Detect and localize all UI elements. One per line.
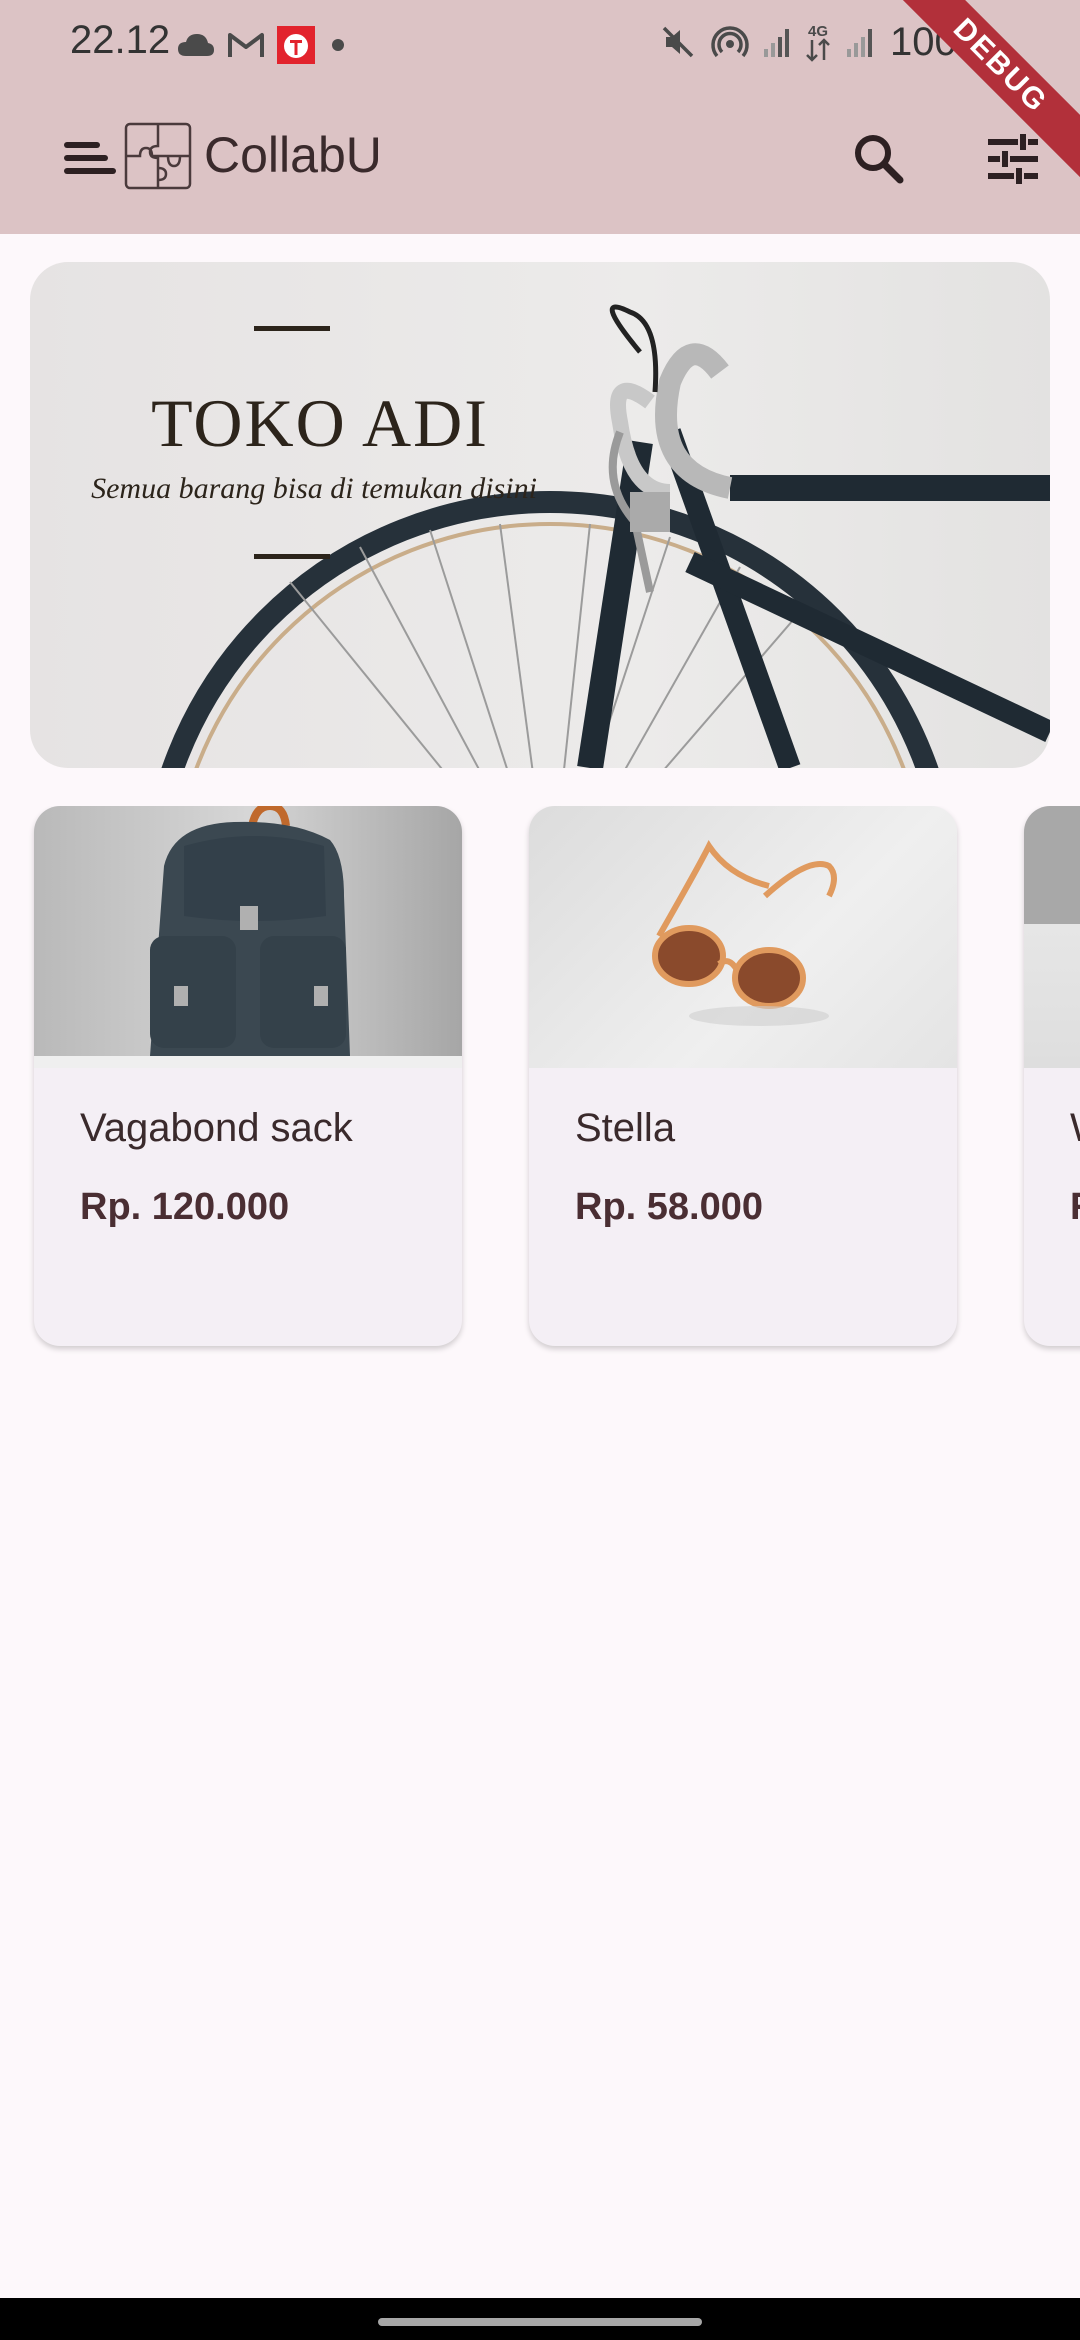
home-handle[interactable] [378, 2318, 702, 2326]
gmail-icon [228, 33, 264, 57]
app-bar: CollabU [0, 110, 1080, 206]
sunglasses-image [529, 806, 957, 1068]
network-type-icon: 4G [806, 23, 830, 62]
status-time: 22.12 [70, 18, 171, 62]
product-name: Stella [575, 1106, 676, 1150]
signal-icon [847, 27, 872, 57]
banner-divider-bottom [254, 554, 330, 559]
product-price: R [1070, 1186, 1080, 1229]
product-name: Vagabond sack [80, 1106, 353, 1150]
promo-banner[interactable]: TOKO ADI Semua barang bisa di temukan di… [30, 262, 1050, 768]
product-price: Rp. 120.000 [80, 1186, 290, 1228]
product-list[interactable]: Vagabond sack Rp. 120.000 Stella Rp. 58.… [0, 806, 1080, 1356]
menu-icon[interactable] [56, 130, 116, 186]
mute-icon [662, 26, 694, 58]
product-image [1024, 806, 1080, 1068]
product-card[interactable]: W R [1024, 806, 1080, 1346]
banner-subtitle: Semua barang bisa di temukan disini [91, 472, 537, 505]
cloud-icon [178, 34, 214, 56]
tune-icon[interactable] [980, 126, 1046, 192]
gesture-navigation-bar [0, 2298, 1080, 2340]
signal-icon [764, 27, 789, 57]
product-price: Rp. 58.000 [575, 1186, 763, 1228]
product-card[interactable]: Stella Rp. 58.000 [529, 806, 957, 1346]
banner-title: TOKO ADI [151, 385, 489, 461]
app-notification-icon [277, 26, 315, 64]
top-app-area: 22.12 4G 100% DEBUG CollabU [0, 0, 1080, 234]
product-card[interactable]: Vagabond sack Rp. 120.000 [34, 806, 462, 1346]
search-icon[interactable] [846, 126, 912, 192]
bicycle-image [161, 304, 1050, 768]
backpack-image [34, 806, 462, 1068]
puzzle-logo-icon [124, 122, 192, 190]
app-title: CollabU [204, 127, 382, 183]
banner-divider-top [254, 326, 330, 331]
status-notification-icons [176, 22, 350, 68]
dot-icon [332, 39, 344, 51]
hotspot-icon [711, 26, 749, 58]
product-name: W [1070, 1106, 1080, 1151]
svg-text:4G: 4G [808, 23, 828, 40]
